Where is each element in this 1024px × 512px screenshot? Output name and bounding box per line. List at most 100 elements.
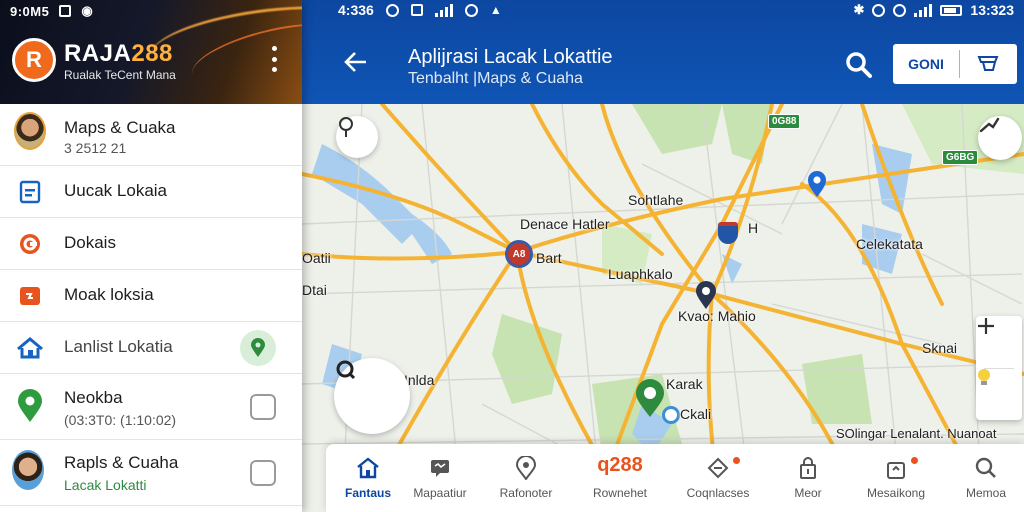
- message-icon: [431, 460, 449, 477]
- sync-icon: [464, 3, 478, 17]
- drawer-item-sub: (03:3T0: (1:10:02): [64, 412, 177, 428]
- nav-item-location[interactable]: Rafonoter: [484, 444, 568, 512]
- map-label: Sknai: [922, 340, 958, 356]
- notification-icon: [410, 4, 423, 16]
- nav-item-brand[interactable]: q288 Rownehet: [578, 444, 662, 512]
- map-label: Dtai: [302, 282, 327, 298]
- navigation-drawer: 9:0M5 ◉ R RAJA288 Rualak TeCent Mana Map…: [0, 0, 302, 512]
- map-label: Celekatata: [856, 236, 923, 252]
- compass-icon[interactable]: [978, 116, 1022, 160]
- nav-item-bag[interactable]: Mesaikong: [854, 444, 938, 512]
- lightbulb-icon[interactable]: [976, 368, 1022, 420]
- brand-tagline: Rualak TeCent Mana: [64, 68, 176, 82]
- map-label: Sohtlahe: [628, 192, 684, 208]
- drawer-item-label: Rapls & Cuaha: [64, 453, 179, 472]
- notification-badge: [732, 456, 741, 465]
- drawer-item-docs[interactable]: Dokais: [0, 218, 302, 270]
- brand-name-number: 288: [131, 40, 173, 67]
- alarm-icon: [385, 3, 399, 17]
- road-number-badge: 0G88: [768, 114, 801, 129]
- cart-icon[interactable]: [960, 54, 1016, 74]
- drawer-item-label: Lanlist Lokatia: [64, 337, 173, 356]
- drawer-header: 9:0M5 ◉ R RAJA288 Rualak TeCent Mana: [0, 0, 302, 104]
- drawer-item-latest[interactable]: Lanlist Lokatia: [0, 322, 302, 374]
- drawer-item-nearby[interactable]: Neokba (03:3T0: (1:10:02): [0, 374, 302, 440]
- notification-badge: [910, 456, 919, 465]
- location-icon: [515, 456, 537, 480]
- app-bar: 4:336 ▲ ✱ 13:323 Aplijrasi Lacak Lokatti…: [302, 0, 1024, 104]
- nav-item-search[interactable]: Memoa: [944, 444, 1024, 512]
- avatar: [14, 112, 46, 150]
- page-title: Aplijrasi Lacak Lokattie: [408, 46, 613, 68]
- drawer-item-track[interactable]: Uucak Lokaia: [0, 166, 302, 218]
- nav-label: Memoa: [965, 486, 1006, 500]
- bag-icon: [887, 462, 905, 479]
- go-button[interactable]: GONI: [893, 44, 1017, 84]
- back-arrow-icon[interactable]: [342, 48, 370, 76]
- copyright-icon: [14, 228, 46, 260]
- road-number-badge: G6BG: [942, 150, 979, 165]
- zoom-controls: [976, 316, 1022, 420]
- highway-shield-marker[interactable]: A8: [505, 240, 533, 268]
- search-icon: [975, 457, 996, 478]
- map-label: Karak: [666, 376, 703, 392]
- nav-label: Mesaikong: [866, 486, 926, 500]
- status-bar: 4:336 ▲ ✱ 13:323: [302, 0, 1024, 22]
- brand-name: RAJA288: [64, 40, 173, 68]
- signal-icon: [914, 3, 933, 17]
- drawer-item-sub: 3 2512 21: [64, 140, 127, 156]
- location-marker-icon[interactable]: [336, 116, 378, 158]
- brand-logo: R: [12, 38, 56, 82]
- location-dot-icon[interactable]: [662, 406, 680, 424]
- notification-icon: [59, 5, 72, 17]
- nav-label: Mapaatiur: [413, 486, 467, 500]
- nav-item-messages[interactable]: Mapaatiur: [398, 444, 482, 512]
- page-subtitle: Tenbalht |Maps & Cuaha: [408, 70, 583, 87]
- status-time-left: 4:336: [338, 2, 374, 18]
- share-box-icon[interactable]: [250, 394, 276, 420]
- bottom-navigation: Fantaus Mapaatiur Rafonoter q288 Rownehe…: [326, 444, 1024, 512]
- map-pin-icon: [14, 389, 46, 422]
- drawer-item-label: Uucak Lokaia: [64, 181, 168, 200]
- drawer-status-bar: 9:0M5 ◉: [10, 3, 93, 19]
- nav-label: Rownehet: [592, 486, 648, 500]
- map-label: Luaphkalo: [608, 266, 673, 282]
- lock-icon: [800, 457, 816, 479]
- battery-icon: [940, 4, 963, 16]
- drawer-item-label: Moak loksia: [64, 285, 154, 304]
- map-attribution: SOlingar Lenalant. Nuanoat: [836, 426, 997, 441]
- map-label: H: [748, 220, 759, 236]
- status-time-right: 13:323: [970, 2, 1014, 18]
- alarm-icon: [872, 3, 886, 17]
- store-icon: [14, 280, 46, 312]
- brand-name-prefix: RAJA: [64, 40, 132, 67]
- share-box-icon[interactable]: [250, 460, 276, 486]
- map-label: Bart: [536, 250, 562, 266]
- nav-item-shield[interactable]: Coqnlacses: [676, 444, 760, 512]
- drawer-item-label: Maps & Cuaka: [64, 118, 176, 137]
- drawer-item-mark[interactable]: Moak loksia: [0, 270, 302, 322]
- map-label: Denace Hatler: [520, 216, 610, 232]
- map-label: Kvao: Mahio: [678, 308, 756, 324]
- document-icon: [14, 176, 46, 208]
- more-options-icon[interactable]: [270, 46, 278, 72]
- map-label: Oatii: [302, 250, 331, 266]
- my-location-button[interactable]: [334, 358, 410, 434]
- home-icon: [357, 457, 379, 479]
- drawer-item-contact[interactable]: Rapls & Cuaha Lacak Lokatti: [0, 440, 302, 506]
- brand-logo: q288: [597, 454, 643, 476]
- shield-icon: [707, 457, 729, 479]
- highway-shield-marker[interactable]: [718, 222, 738, 244]
- go-button-label: GONI: [908, 56, 944, 72]
- drawer-item-label: Dokais: [64, 233, 116, 252]
- map-label: Ckali: [680, 406, 712, 422]
- zoom-in-icon[interactable]: [976, 316, 1022, 368]
- nav-item-lock[interactable]: Meor: [766, 444, 850, 512]
- signal-icon: [434, 3, 453, 17]
- location-pin-icon[interactable]: [240, 330, 276, 366]
- drawer-item-label: Neokba: [64, 388, 123, 407]
- search-icon[interactable]: [844, 50, 874, 80]
- drawer-item-profile[interactable]: Maps & Cuaka 3 2512 21: [0, 104, 302, 166]
- app-notification-icon: ◉: [81, 3, 94, 18]
- settings-icon: [893, 3, 907, 17]
